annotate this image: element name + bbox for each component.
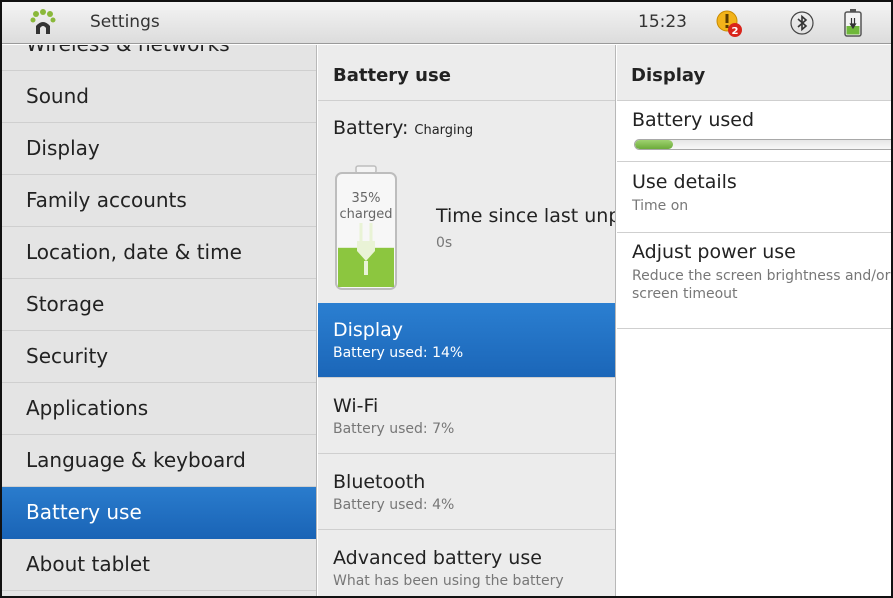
battery-status: Battery: Charging [333,117,473,139]
time-since-unplugged-value: 0s [436,235,453,251]
battery-used-section: Battery used [617,101,891,162]
use-details-subtitle: Time on [632,198,689,214]
sidebar-item-about-tablet[interactable]: About tablet [2,539,316,591]
battery-use-panel: Battery use Battery: Charging 35% charge… [318,45,616,596]
battery-item-title: Display [333,319,404,341]
use-details-item[interactable]: Use details Time on [617,163,891,233]
notification-count: 2 [732,26,739,37]
sidebar-item-sound[interactable]: Sound [2,71,316,123]
battery-charged-label: charged [339,207,393,222]
time-since-unplugged-label: Time since last unplugged [436,205,615,227]
adjust-power-use-item[interactable]: Adjust power use Reduce the screen brigh… [617,233,891,329]
battery-item-subtitle: Battery used: 14% [333,345,464,361]
settings-window: Settings 15:23 2 Wireless & networks Sou… [0,0,893,598]
status-clock: 15:23 [638,12,687,32]
battery-used-label: Battery used [632,109,755,131]
sidebar-item-location-date-time[interactable]: Location, date & time [2,227,316,279]
sidebar-item-display[interactable]: Display [2,123,316,175]
battery-item-bluetooth[interactable]: Bluetooth Battery used: 4% [318,455,615,530]
battery-used-bar-fill [635,140,673,149]
sidebar-item-language-keyboard[interactable]: Language & keyboard [2,435,316,487]
warning-notification-icon[interactable]: 2 [715,9,743,37]
app-title: Settings [90,12,160,32]
sidebar-item-storage[interactable]: Storage [2,279,316,331]
sidebar-item-applications[interactable]: Applications [2,383,316,435]
display-detail-panel: Display Battery used Use details Time on… [617,45,891,596]
battery-use-header: Battery use [318,45,615,101]
battery-percent-text: 35% charged [334,191,398,223]
battery-item-advanced[interactable]: Advanced battery use What has been using… [318,531,615,596]
battery-item-title: Advanced battery use [333,547,542,569]
battery-item-title: Wi-Fi [333,395,379,417]
sidebar-item-wireless-networks[interactable]: Wireless & networks [2,45,316,71]
sidebar-item-security[interactable]: Security [2,331,316,383]
battery-item-subtitle: What has been using the battery [333,573,564,589]
sidebar-item-family-accounts[interactable]: Family accounts [2,175,316,227]
battery-level-graphic [335,165,397,290]
adjust-power-use-subtitle: Reduce the screen brightness and/or scre… [632,268,891,302]
bluetooth-icon [790,11,814,35]
battery-status-label: Battery: [333,117,409,139]
detail-header: Display [617,45,891,101]
battery-used-bar [634,139,891,150]
battery-status-value: Charging [414,123,474,138]
adjust-power-use-title: Adjust power use [632,241,796,263]
settings-app-icon[interactable] [28,8,58,38]
battery-item-display[interactable]: Display Battery used: 14% [318,303,615,378]
battery-percent: 35% [351,191,381,206]
sidebar-item-battery-use[interactable]: Battery use [2,487,316,539]
battery-item-title: Bluetooth [333,471,426,493]
battery-item-subtitle: Battery used: 4% [333,497,455,513]
use-details-title: Use details [632,171,737,193]
battery-item-subtitle: Battery used: 7% [333,421,455,437]
battery-charging-icon [844,9,862,37]
action-bar: Settings 15:23 2 [2,2,891,44]
battery-item-wifi[interactable]: Wi-Fi Battery used: 7% [318,379,615,454]
settings-sidebar: Wireless & networks Sound Display Family… [2,45,317,596]
